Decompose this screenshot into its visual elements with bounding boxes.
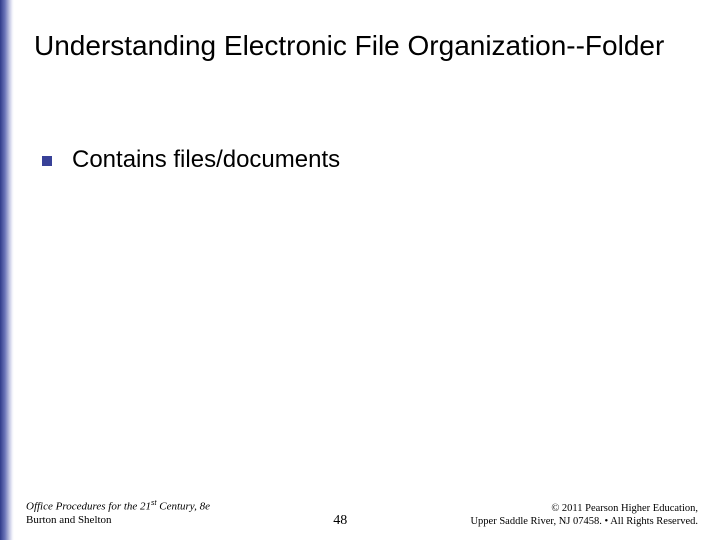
slide: Understanding Electronic File Organizati… xyxy=(0,0,720,540)
copyright-line-1: © 2011 Pearson Higher Education, xyxy=(470,502,698,515)
square-bullet-icon xyxy=(42,156,52,166)
footer-right: © 2011 Pearson Higher Education, Upper S… xyxy=(470,502,698,528)
slide-title: Understanding Electronic File Organizati… xyxy=(34,28,696,63)
book-title: Office Procedures for the 21st Century, … xyxy=(26,500,210,514)
page-number: 48 xyxy=(325,512,355,530)
decorative-left-border xyxy=(0,0,14,540)
list-item: Contains files/documents xyxy=(42,146,690,174)
bullet-text: Contains files/documents xyxy=(72,146,340,174)
slide-body: Contains files/documents xyxy=(42,146,690,174)
book-title-suffix: Century, 8e xyxy=(157,501,210,513)
book-title-prefix: Office Procedures for the 21 xyxy=(26,501,151,513)
footer-left: Office Procedures for the 21st Century, … xyxy=(26,500,210,528)
book-authors: Burton and Shelton xyxy=(26,514,210,528)
copyright-line-2: Upper Saddle River, NJ 07458. • All Righ… xyxy=(470,515,698,528)
slide-footer: Office Procedures for the 21st Century, … xyxy=(26,500,698,528)
